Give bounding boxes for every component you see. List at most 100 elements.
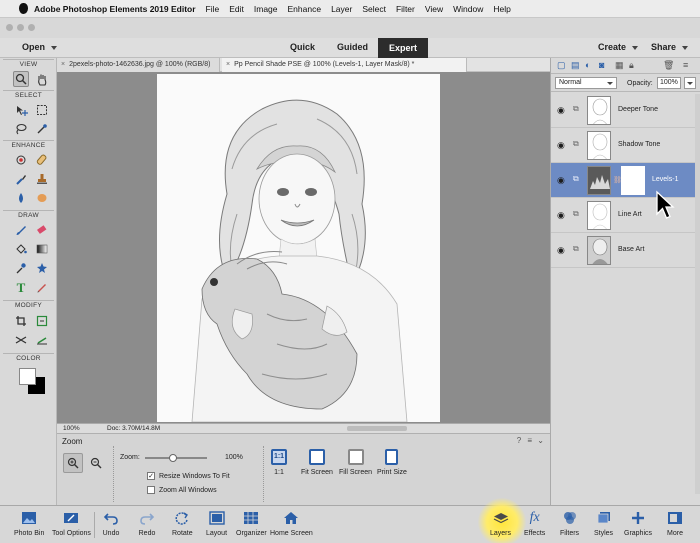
- document-canvas[interactable]: [157, 74, 440, 422]
- trash-icon[interactable]: 🗑︎: [663, 60, 674, 71]
- effects-button[interactable]: fx Effects: [524, 509, 545, 537]
- link-icon[interactable]: ⧉: [573, 244, 579, 254]
- sponge-tool-icon[interactable]: [34, 190, 50, 206]
- app-name[interactable]: Adobe Photoshop Elements 2019 Editor: [34, 4, 196, 14]
- crop-tool-icon[interactable]: [13, 313, 29, 329]
- gradient-tool-icon[interactable]: [34, 241, 50, 257]
- menu-help[interactable]: Help: [493, 4, 510, 14]
- zoom-window-button[interactable]: [28, 24, 35, 31]
- layer-row-deeper-tone[interactable]: ◉ ⧉ Deeper Tone: [551, 93, 700, 128]
- menu-select[interactable]: Select: [362, 4, 386, 14]
- tab-expert[interactable]: Expert: [378, 38, 428, 58]
- resize-windows-checkbox[interactable]: ✓: [147, 472, 155, 480]
- eye-icon[interactable]: ◉: [557, 210, 565, 221]
- spot-healing-brush-icon[interactable]: [34, 152, 50, 168]
- menu-edit[interactable]: Edit: [229, 4, 244, 14]
- foreground-color-swatch[interactable]: [19, 368, 36, 385]
- clone-stamp-icon[interactable]: [34, 171, 50, 187]
- resize-windows-option[interactable]: ✓ Resize Windows To Fit: [147, 472, 230, 480]
- lasso-tool-icon[interactable]: [13, 121, 29, 137]
- layers-scrollbar[interactable]: [695, 94, 700, 494]
- more-button[interactable]: More: [666, 509, 684, 537]
- zoom-slider-thumb[interactable]: [168, 454, 177, 462]
- menu-enhance[interactable]: Enhance: [288, 4, 322, 14]
- graphics-button[interactable]: Graphics: [624, 509, 652, 537]
- canvas-area[interactable]: [57, 72, 550, 423]
- close-window-button[interactable]: [6, 24, 13, 31]
- layer-row-base-art[interactable]: ◉ ⧉ Base Art: [551, 233, 700, 268]
- panel-menu-icon[interactable]: ≡: [527, 436, 532, 445]
- brush-tool-icon[interactable]: [13, 222, 29, 238]
- redo-button[interactable]: Redo: [138, 509, 156, 537]
- type-tool-icon[interactable]: T: [13, 279, 29, 295]
- one-to-one-button[interactable]: 1:1 1:1: [271, 449, 287, 476]
- content-aware-move-icon[interactable]: [13, 332, 29, 348]
- horizontal-scrollbar[interactable]: [347, 426, 407, 431]
- photo-bin-button[interactable]: Photo Bin: [14, 509, 44, 537]
- menu-file[interactable]: File: [206, 4, 220, 14]
- eye-icon[interactable]: ◉: [557, 140, 565, 151]
- recompose-tool-icon[interactable]: [34, 313, 50, 329]
- smart-brush-icon[interactable]: [13, 171, 29, 187]
- panel-menu-icon[interactable]: ≡: [683, 60, 688, 70]
- document-tab-photo[interactable]: × 2pexels-photo-1462636.jpg @ 100% (RGB/8…: [57, 58, 220, 72]
- opacity-stepper[interactable]: [684, 77, 696, 89]
- apple-icon[interactable]: [19, 3, 28, 14]
- link-icon[interactable]: ⧉: [573, 139, 579, 149]
- create-button[interactable]: Create: [598, 42, 639, 52]
- blur-tool-icon[interactable]: [13, 190, 29, 206]
- custom-shape-icon[interactable]: [34, 260, 50, 276]
- color-swatches[interactable]: [17, 366, 47, 396]
- pencil-tool-icon[interactable]: [34, 279, 50, 295]
- zoom-out-button[interactable]: [86, 453, 106, 473]
- link-icon[interactable]: ⧉: [573, 104, 579, 114]
- new-layer-icon[interactable]: ▢: [557, 60, 566, 71]
- zoom-slider[interactable]: [145, 454, 207, 462]
- help-icon[interactable]: ?: [517, 436, 521, 445]
- fit-screen-button[interactable]: Fit Screen: [301, 449, 333, 476]
- home-screen-button[interactable]: Home Screen: [270, 509, 313, 537]
- link-icon[interactable]: ⧉: [573, 174, 579, 184]
- hand-tool-icon[interactable]: [34, 71, 50, 87]
- organizer-button[interactable]: Organizer: [236, 509, 267, 537]
- share-button[interactable]: Share: [651, 42, 689, 52]
- tool-options-button[interactable]: Tool Options: [52, 509, 91, 537]
- eye-icon[interactable]: ◉: [557, 175, 565, 186]
- zoom-in-button[interactable]: [63, 453, 83, 473]
- layout-button[interactable]: Layout: [206, 509, 227, 537]
- adjustment-layer-icon[interactable]: ◐: [585, 60, 590, 70]
- filters-button[interactable]: Filters: [560, 509, 579, 537]
- menu-layer[interactable]: Layer: [331, 4, 352, 14]
- red-eye-tool-icon[interactable]: [13, 152, 29, 168]
- eye-icon[interactable]: ◉: [557, 105, 565, 116]
- layer-mask-thumbnail[interactable]: [621, 166, 645, 195]
- chevron-down-icon[interactable]: ⌄: [537, 436, 544, 445]
- layer-row-shadow-tone[interactable]: ◉ ⧉ Shadow Tone: [551, 128, 700, 163]
- menu-window[interactable]: Window: [453, 4, 483, 14]
- paint-bucket-icon[interactable]: [13, 241, 29, 257]
- color-picker-icon[interactable]: [13, 260, 29, 276]
- layer-row-line-art[interactable]: ◉ ⧉ Line Art: [551, 198, 700, 233]
- tab-guided[interactable]: Guided: [337, 42, 368, 52]
- menu-view[interactable]: View: [425, 4, 443, 14]
- menu-filter[interactable]: Filter: [396, 4, 415, 14]
- straighten-tool-icon[interactable]: [34, 332, 50, 348]
- tab-quick[interactable]: Quick: [290, 42, 315, 52]
- quick-selection-tool-icon[interactable]: [34, 121, 50, 137]
- zoom-all-windows-option[interactable]: Zoom All Windows: [147, 486, 217, 494]
- close-icon[interactable]: ×: [226, 61, 230, 68]
- eye-icon[interactable]: ◉: [557, 245, 565, 256]
- zoom-tool-icon[interactable]: [13, 71, 29, 87]
- document-tab-pencil-shade[interactable]: × Pp Pencil Shade PSE @ 100% (Levels-1, L…: [222, 58, 467, 72]
- open-button[interactable]: Open: [22, 42, 58, 52]
- move-tool-icon[interactable]: [13, 102, 29, 118]
- lock-transparent-icon[interactable]: ▦: [615, 60, 624, 71]
- print-size-button[interactable]: Print Size: [377, 449, 407, 476]
- blend-mode-select[interactable]: Normal: [555, 77, 617, 89]
- rotate-button[interactable]: Rotate: [172, 509, 193, 537]
- lock-icon[interactable]: 🔒︎: [629, 60, 634, 71]
- zoom-all-windows-checkbox[interactable]: [147, 486, 155, 494]
- styles-button[interactable]: Styles: [594, 509, 613, 537]
- link-icon[interactable]: ⧉: [573, 209, 579, 219]
- layer-row-levels-1[interactable]: ◉ ⧉ ⛓︎ Levels-1: [551, 163, 700, 198]
